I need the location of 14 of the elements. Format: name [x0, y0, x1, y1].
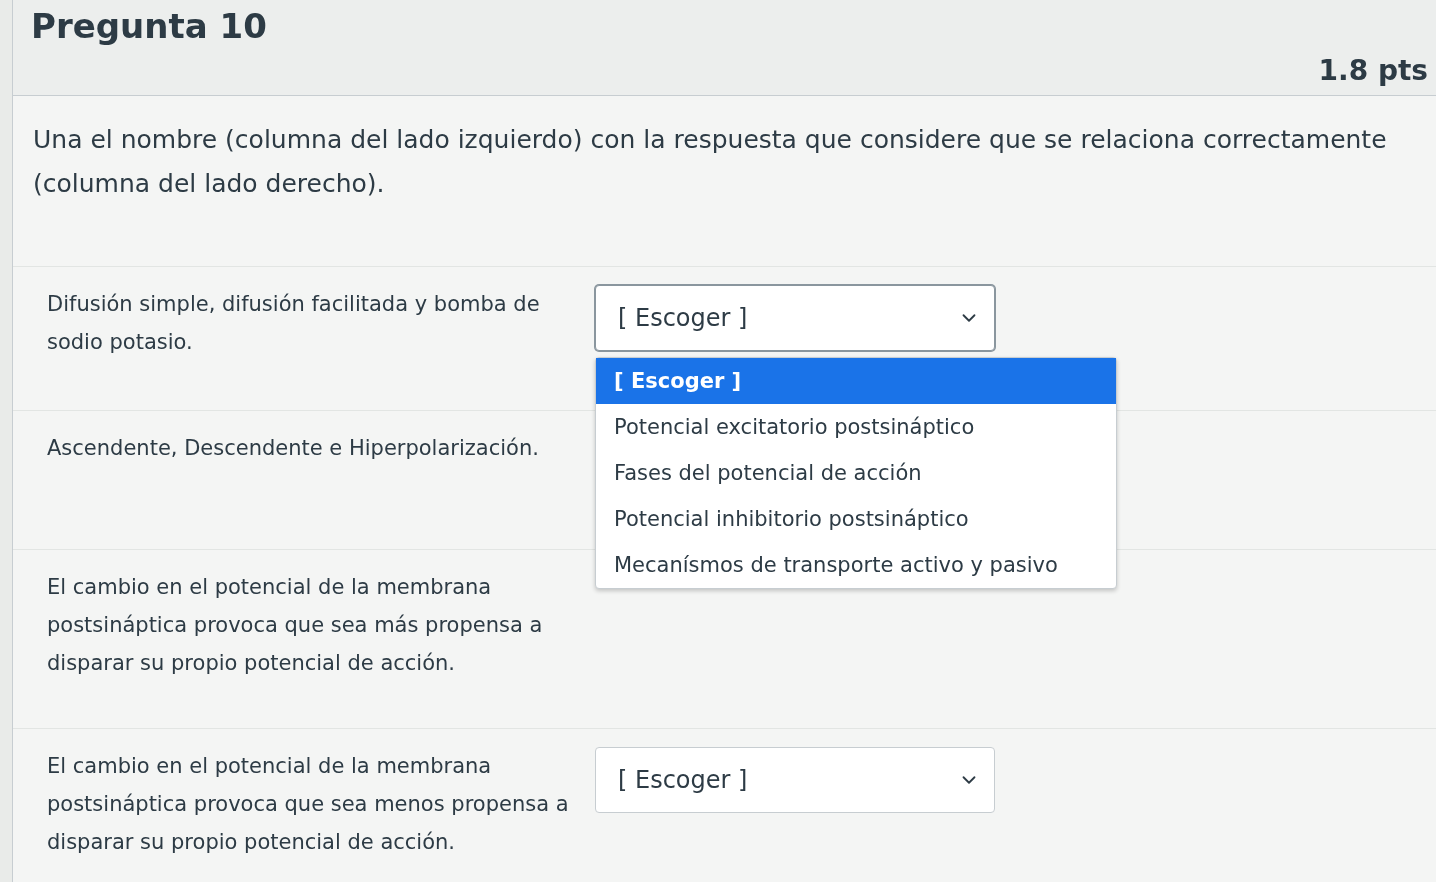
dropdown-option[interactable]: Potencial inhibitorio postsináptico: [596, 496, 1116, 542]
dropdown-option[interactable]: Potencial excitatorio postsináptico: [596, 404, 1116, 450]
dropdown-option[interactable]: Mecanísmos de transporte activo y pasivo: [596, 542, 1116, 588]
answer-select[interactable]: [ Escoger ]: [595, 747, 995, 813]
match-prompt: El cambio en el potencial de la membrana postsináptica provoca que sea menos propensa a disparar su propio potencial de acción.: [47, 753, 570, 856]
dropdown-option[interactable]: Fases del potencial de acción: [596, 450, 1116, 496]
question-prompt: Una el nombre (columna del lado izquierdo) con la respuesta que considere que se relaciona correctamente (columna del lado derecho).: [33, 124, 1388, 200]
match-prompt: Difusión simple, difusión facilitada y bomba de sodio potasio.: [47, 291, 541, 356]
match-prompt: El cambio en el potencial de la membrana postsináptica provoca que sea más propensa a disparar su propio potencial de acción.: [47, 574, 544, 677]
points: 1.8 pts: [1318, 54, 1429, 87]
question-title: Pregunta 10: [31, 6, 268, 46]
match-prompt: Ascendente, Descendente e Hiperpolarización.: [47, 435, 540, 462]
answer-select[interactable]: [ Escoger ]: [595, 285, 995, 351]
dropdown-option[interactable]: [ Escoger ]: [596, 358, 1116, 404]
